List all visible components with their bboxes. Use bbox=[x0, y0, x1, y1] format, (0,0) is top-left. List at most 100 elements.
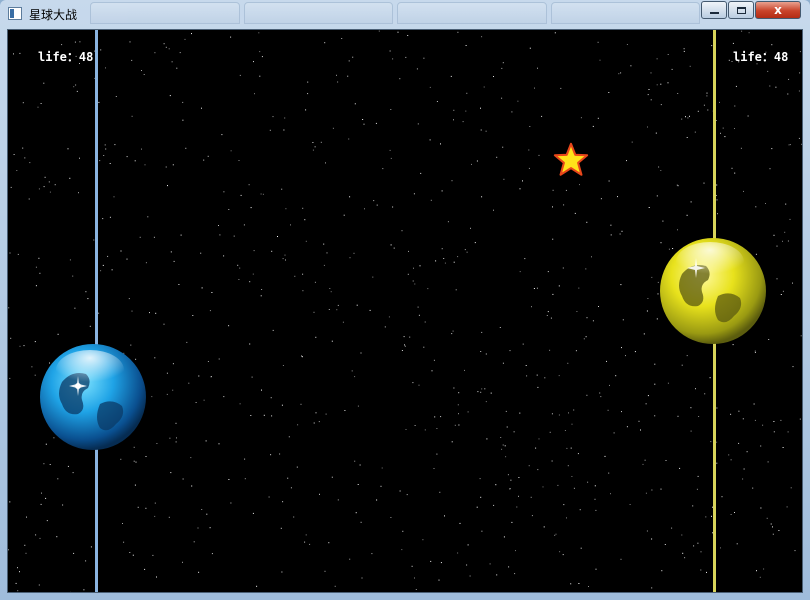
background-star bbox=[353, 252, 355, 254]
background-star bbox=[667, 382, 669, 384]
background-star bbox=[149, 312, 150, 314]
background-star bbox=[730, 514, 732, 515]
background-star bbox=[730, 413, 732, 415]
background-star bbox=[598, 306, 599, 307]
background-star bbox=[522, 180, 523, 182]
background-star bbox=[405, 429, 407, 430]
background-star bbox=[302, 290, 304, 292]
background-star bbox=[490, 392, 492, 394]
background-star bbox=[376, 204, 378, 206]
background-star bbox=[476, 506, 478, 508]
background-star bbox=[481, 388, 483, 390]
background-star bbox=[25, 552, 27, 554]
background-star bbox=[706, 95, 708, 97]
close-button[interactable]: x bbox=[755, 1, 801, 19]
background-star bbox=[516, 506, 518, 508]
background-star bbox=[31, 366, 33, 368]
background-star bbox=[74, 41, 76, 43]
background-star bbox=[721, 496, 723, 498]
background-star bbox=[244, 478, 246, 480]
background-star bbox=[738, 410, 740, 412]
background-star bbox=[528, 465, 530, 467]
background-star bbox=[509, 350, 511, 352]
background-star bbox=[683, 50, 685, 52]
background-star bbox=[677, 229, 678, 231]
background-star bbox=[105, 148, 107, 150]
background-star bbox=[780, 419, 782, 421]
app-icon bbox=[8, 7, 22, 20]
background-star bbox=[114, 144, 116, 146]
background-star bbox=[399, 490, 401, 492]
background-star bbox=[716, 199, 718, 201]
background-star bbox=[469, 575, 471, 577]
background-star bbox=[191, 485, 193, 487]
background-star bbox=[531, 306, 532, 308]
maximize-button[interactable] bbox=[728, 1, 754, 19]
background-star bbox=[756, 570, 757, 572]
background-star bbox=[144, 164, 146, 166]
background-star bbox=[626, 160, 627, 162]
background-star bbox=[610, 493, 611, 495]
background-star bbox=[554, 32, 556, 34]
background-star bbox=[245, 592, 246, 593]
background-star bbox=[661, 570, 663, 572]
background-star bbox=[38, 188, 40, 190]
background-star bbox=[271, 250, 273, 252]
background-star bbox=[314, 146, 316, 148]
background-star bbox=[754, 419, 756, 421]
title-bar[interactable]: 星球大战 x bbox=[0, 0, 810, 29]
background-star bbox=[120, 250, 122, 252]
background-star bbox=[35, 534, 37, 536]
background-star bbox=[787, 93, 789, 95]
background-star bbox=[660, 488, 662, 490]
background-star bbox=[263, 414, 265, 416]
background-star bbox=[689, 65, 691, 67]
background-star bbox=[474, 242, 476, 244]
background-star bbox=[551, 413, 553, 415]
background-star bbox=[466, 251, 468, 253]
background-star bbox=[165, 46, 167, 48]
background-star bbox=[505, 456, 507, 458]
background-star bbox=[592, 320, 594, 322]
background-star bbox=[436, 428, 438, 429]
background-star bbox=[13, 53, 14, 55]
background-star bbox=[211, 376, 212, 377]
close-icon: x bbox=[774, 3, 782, 17]
background-star bbox=[176, 67, 178, 69]
background-star bbox=[755, 206, 757, 208]
background-star bbox=[262, 193, 264, 195]
background-star bbox=[407, 273, 409, 275]
background-star bbox=[579, 509, 581, 511]
background-star bbox=[480, 391, 482, 393]
background-star bbox=[681, 364, 683, 366]
background-star bbox=[401, 549, 403, 551]
background-star bbox=[284, 254, 286, 256]
background-star bbox=[361, 577, 363, 579]
background-star bbox=[300, 403, 302, 405]
background-star bbox=[128, 298, 130, 300]
background-star bbox=[500, 437, 502, 438]
background-star bbox=[799, 418, 801, 420]
background-star bbox=[73, 552, 75, 554]
background-star bbox=[29, 162, 31, 164]
background-star bbox=[39, 537, 41, 539]
background-star bbox=[172, 363, 174, 365]
background-star bbox=[563, 504, 565, 506]
background-star bbox=[681, 118, 683, 120]
window-title: 星球大战 bbox=[29, 8, 78, 22]
background-star bbox=[560, 87, 562, 89]
game-canvas[interactable]: life：48 life：48 bbox=[7, 29, 803, 593]
background-star bbox=[302, 207, 304, 209]
background-star bbox=[479, 478, 481, 480]
background-star bbox=[689, 115, 690, 117]
background-star bbox=[585, 268, 587, 270]
background-star bbox=[679, 467, 681, 469]
background-star bbox=[259, 51, 261, 53]
background-star bbox=[17, 253, 19, 255]
background-star bbox=[772, 533, 774, 535]
background-star bbox=[559, 551, 561, 553]
background-star bbox=[552, 206, 553, 208]
minimize-button[interactable] bbox=[701, 1, 727, 19]
background-star bbox=[238, 160, 240, 161]
background-star bbox=[518, 495, 519, 497]
